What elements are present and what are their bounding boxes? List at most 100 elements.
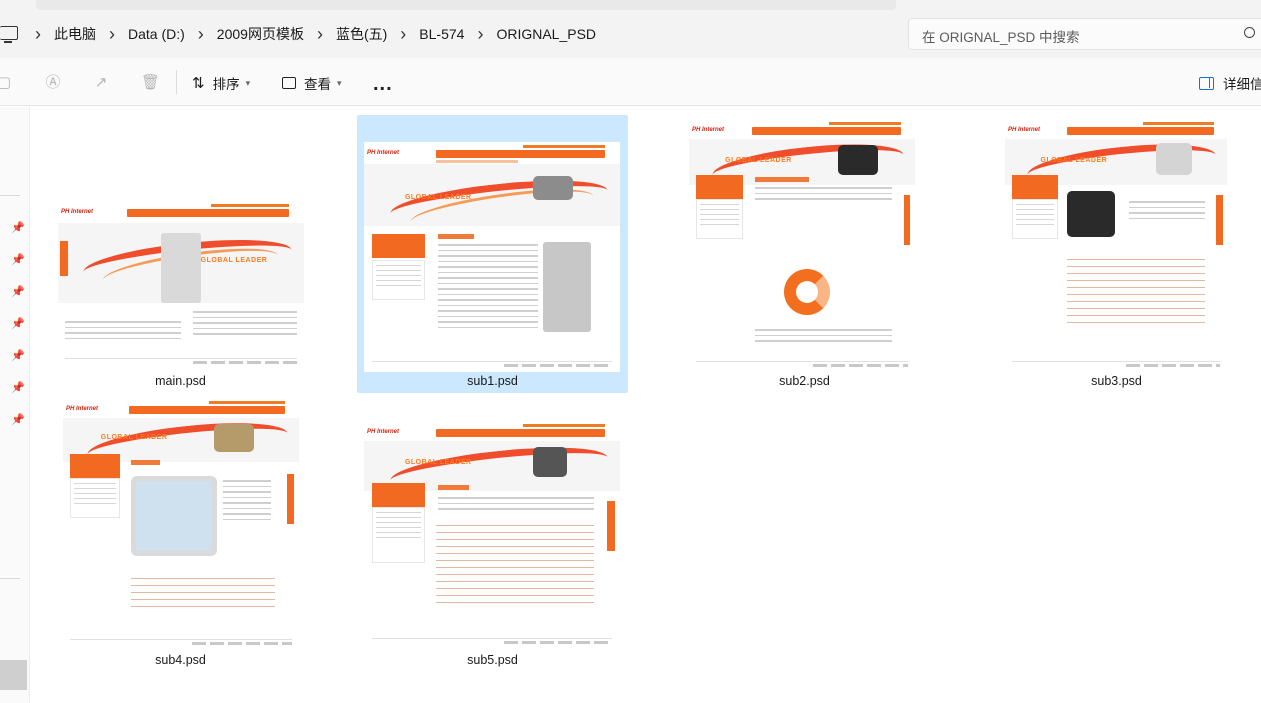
thumb-side-menu: [695, 199, 744, 239]
sort-button[interactable]: ⇅ 排序 ▾: [192, 71, 250, 95]
thumb-camera: [1067, 191, 1116, 237]
thumb-topnav: [522, 145, 605, 148]
thumb-title: [438, 485, 469, 490]
breadcrumb-data-drive[interactable]: Data (D:): [120, 26, 193, 42]
nav-scroll-thumb[interactable]: [0, 660, 27, 690]
thumb-laptop: [532, 176, 573, 200]
thumb-side-header: [70, 454, 120, 478]
chevron-down-icon: ▾: [245, 77, 251, 88]
file-tile-sub1[interactable]: PH Internet GLOBAL LEADER sub1.psd: [357, 115, 628, 393]
share-icon[interactable]: ↗: [93, 75, 109, 91]
file-name[interactable]: main.psd: [45, 374, 316, 388]
chevron-right-icon[interactable]: [30, 24, 46, 45]
thumbnail: PH Internet GLOBAL LEADER: [1005, 119, 1227, 372]
thumb-text: [754, 329, 893, 346]
thumb-headline: GLOBAL LEADER: [100, 434, 168, 441]
thumb-logo: PH Internet: [367, 429, 400, 435]
thumb-headline: GLOBAL LEADER: [404, 459, 472, 466]
thumb-donut-chart: [783, 269, 830, 315]
more-options-button[interactable]: ...: [373, 73, 393, 96]
thumb-nav: [752, 127, 902, 135]
breadcrumb-orignal-psd[interactable]: ORIGNAL_PSD: [488, 26, 604, 42]
thumbnail: PH Internet GLOBAL LEADER: [689, 119, 915, 372]
breadcrumb-this-pc[interactable]: 此电脑: [46, 24, 104, 44]
thumb-topnav: [522, 424, 605, 427]
chevron-right-icon[interactable]: [193, 24, 209, 45]
thumb-topnav: [1142, 122, 1214, 125]
title-bar: [0, 0, 1261, 10]
view-button[interactable]: 查看 ▾: [282, 71, 342, 95]
thumbnail: PH Internet GLOBAL LEADER: [58, 201, 304, 369]
thumb-tv: [532, 447, 567, 477]
thumb-topnav: [209, 401, 285, 404]
thumb-footer: [695, 361, 909, 367]
pin-icon[interactable]: 📌: [11, 414, 25, 426]
thumb-card: [214, 424, 255, 452]
thumb-rail: [287, 474, 295, 524]
thumb-footer: [65, 358, 297, 364]
file-explorer-window: 此电脑 Data (D:) 2009网页模板 蓝色(五) BL-574 ORIG…: [0, 0, 1261, 703]
delete-icon[interactable]: 🗑: [141, 75, 160, 91]
breadcrumb-bl-574[interactable]: BL-574: [411, 26, 472, 42]
pin-icon[interactable]: 📌: [11, 382, 25, 394]
thumb-side-header: [371, 234, 426, 258]
view-label: 查看: [304, 77, 331, 92]
chevron-right-icon[interactable]: [104, 24, 120, 45]
file-tile-sub3[interactable]: PH Internet GLOBAL LEADER sub3.psd: [981, 115, 1252, 393]
cut-icon[interactable]: ▢: [0, 75, 12, 91]
pin-icon[interactable]: 📌: [11, 350, 25, 362]
file-name[interactable]: sub4.psd: [45, 653, 316, 667]
file-tile-sub5[interactable]: PH Internet GLOBAL LEADER sub5.psd: [357, 394, 628, 672]
thumb-side-header: [695, 175, 744, 199]
file-name[interactable]: sub1.psd: [357, 374, 628, 388]
thumb-logo: PH Internet: [1008, 127, 1041, 133]
thumb-text: [438, 244, 539, 332]
file-name[interactable]: sub5.psd: [357, 653, 628, 667]
thumb-headline: GLOBAL LEADER: [200, 257, 268, 264]
pin-icon[interactable]: 📌: [11, 254, 25, 266]
navigation-pane[interactable]: 📌 📌 📌 📌 📌 📌 📌: [0, 107, 30, 703]
command-bar: ▢ Ⓐ ↗ 🗑 ⇅ 排序 ▾ 查看 ▾ ... 详细信息: [0, 58, 1261, 106]
thumb-logo: PH Internet: [66, 406, 99, 412]
computer-icon[interactable]: [0, 26, 18, 43]
rename-icon[interactable]: Ⓐ: [45, 75, 61, 91]
pin-icon[interactable]: 📌: [11, 222, 25, 234]
chevron-right-icon[interactable]: [395, 24, 411, 45]
thumb-text: [754, 187, 893, 204]
thumb-hero: GLOBAL LEADER: [58, 223, 304, 303]
thumb-monitor: [1155, 143, 1192, 175]
thumb-footer: [70, 639, 292, 645]
breadcrumb-blue-five[interactable]: 蓝色(五): [328, 24, 395, 44]
thumb-logo: PH Internet: [692, 127, 725, 133]
search-input[interactable]: 在 ORIGNAL_PSD 中搜索: [908, 18, 1261, 50]
details-pane-button[interactable]: 详细信息: [1199, 71, 1261, 95]
thumb-logo: PH Internet: [61, 209, 94, 215]
thumb-headline: GLOBAL LEADER: [725, 157, 792, 164]
search-icon[interactable]: [1244, 27, 1255, 38]
thumb-hero: GLOBAL LEADER: [364, 164, 620, 237]
pin-icon[interactable]: 📌: [11, 286, 25, 298]
breadcrumb-templates-2009[interactable]: 2009网页模板: [209, 24, 312, 44]
file-name[interactable]: sub2.psd: [669, 374, 940, 388]
pin-icon[interactable]: 📌: [11, 318, 25, 330]
thumb-nav: [435, 150, 605, 158]
thumb-side-header: [371, 483, 426, 507]
thumb-person: [543, 242, 592, 332]
thumb-product-grid: [1067, 259, 1205, 349]
thumb-headline: GLOBAL LEADER: [1040, 157, 1108, 164]
file-tile-sub4[interactable]: PH Internet GLOBAL LEADER sub4.psd: [45, 394, 316, 672]
thumb-side-menu: [70, 478, 120, 518]
thumb-logo: PH Internet: [367, 150, 400, 156]
chevron-right-icon[interactable]: [312, 24, 328, 45]
file-tile-main[interactable]: PH Internet GLOBAL LEADER main.psd: [45, 115, 316, 393]
thumb-table: [131, 578, 276, 628]
file-name[interactable]: sub3.psd: [981, 374, 1252, 388]
chevron-right-icon[interactable]: [472, 24, 488, 45]
thumb-text: [1129, 201, 1205, 223]
thumb-side-menu: [371, 260, 426, 300]
thumb-text: [65, 321, 181, 343]
file-tile-sub2[interactable]: PH Internet GLOBAL LEADER sub2.psd: [669, 115, 940, 393]
thumb-title: [131, 460, 160, 465]
nav-divider: [0, 195, 20, 196]
thumb-text: [223, 480, 271, 524]
